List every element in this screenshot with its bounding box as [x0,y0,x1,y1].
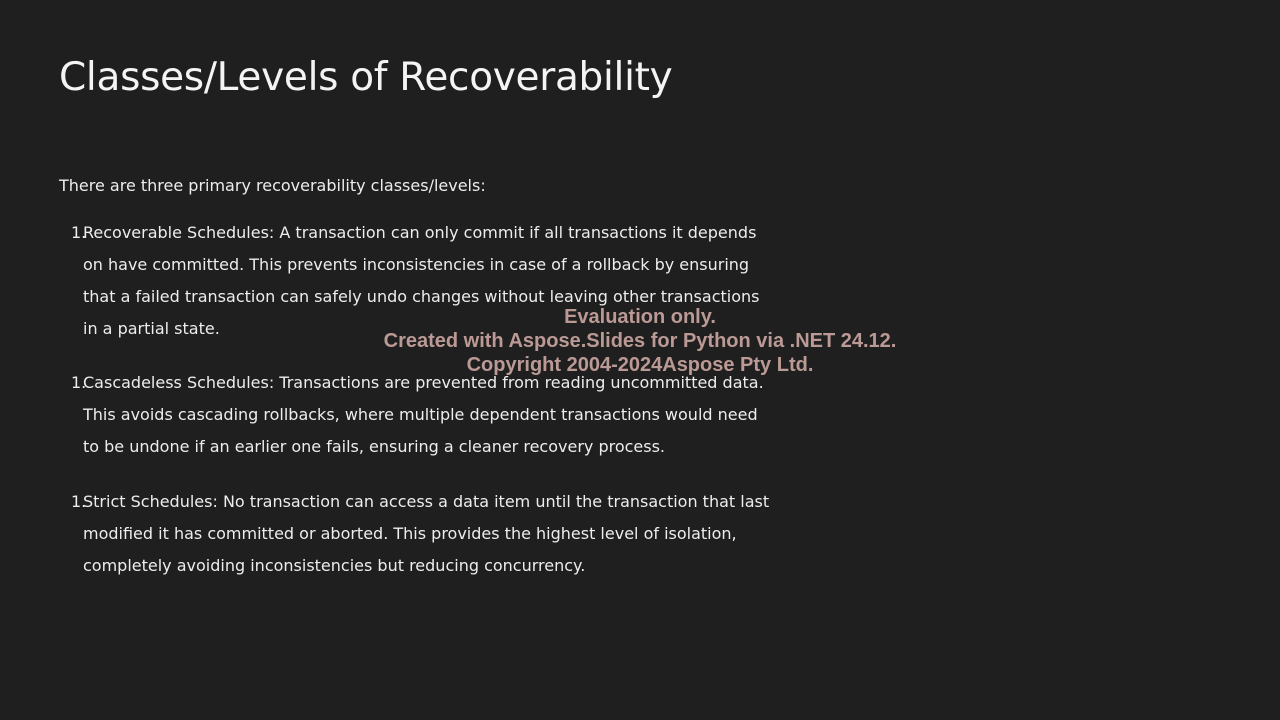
text-line: to be undone if an earlier one fails, en… [83,437,666,456]
text-line: This avoids cascading rollbacks, where m… [83,405,758,424]
text-line: in a partial state. [83,319,220,338]
list-item-text: Strict Schedules: No transaction can acc… [83,486,799,582]
slide: Classes/Levels of Recoverability There a… [0,0,1280,720]
text-line: Strict Schedules: No transaction can acc… [83,492,770,511]
list-item-text: Recoverable Schedules: A transaction can… [83,217,799,345]
text-line: Cascadeless Schedules: Transactions are … [83,373,764,392]
intro-text: There are three primary recoverability c… [59,176,486,195]
text-line: on have committed. This prevents inconsi… [83,255,750,274]
text-line: Recoverable Schedules: A transaction can… [83,223,757,242]
text-line: completely avoiding inconsistencies but … [83,556,586,575]
list-item-text: Cascadeless Schedules: Transactions are … [83,367,799,463]
text-line: that a failed transaction can safely und… [83,287,760,306]
slide-title: Classes/Levels of Recoverability [59,55,673,100]
text-line: modified it has committed or aborted. Th… [83,524,737,543]
